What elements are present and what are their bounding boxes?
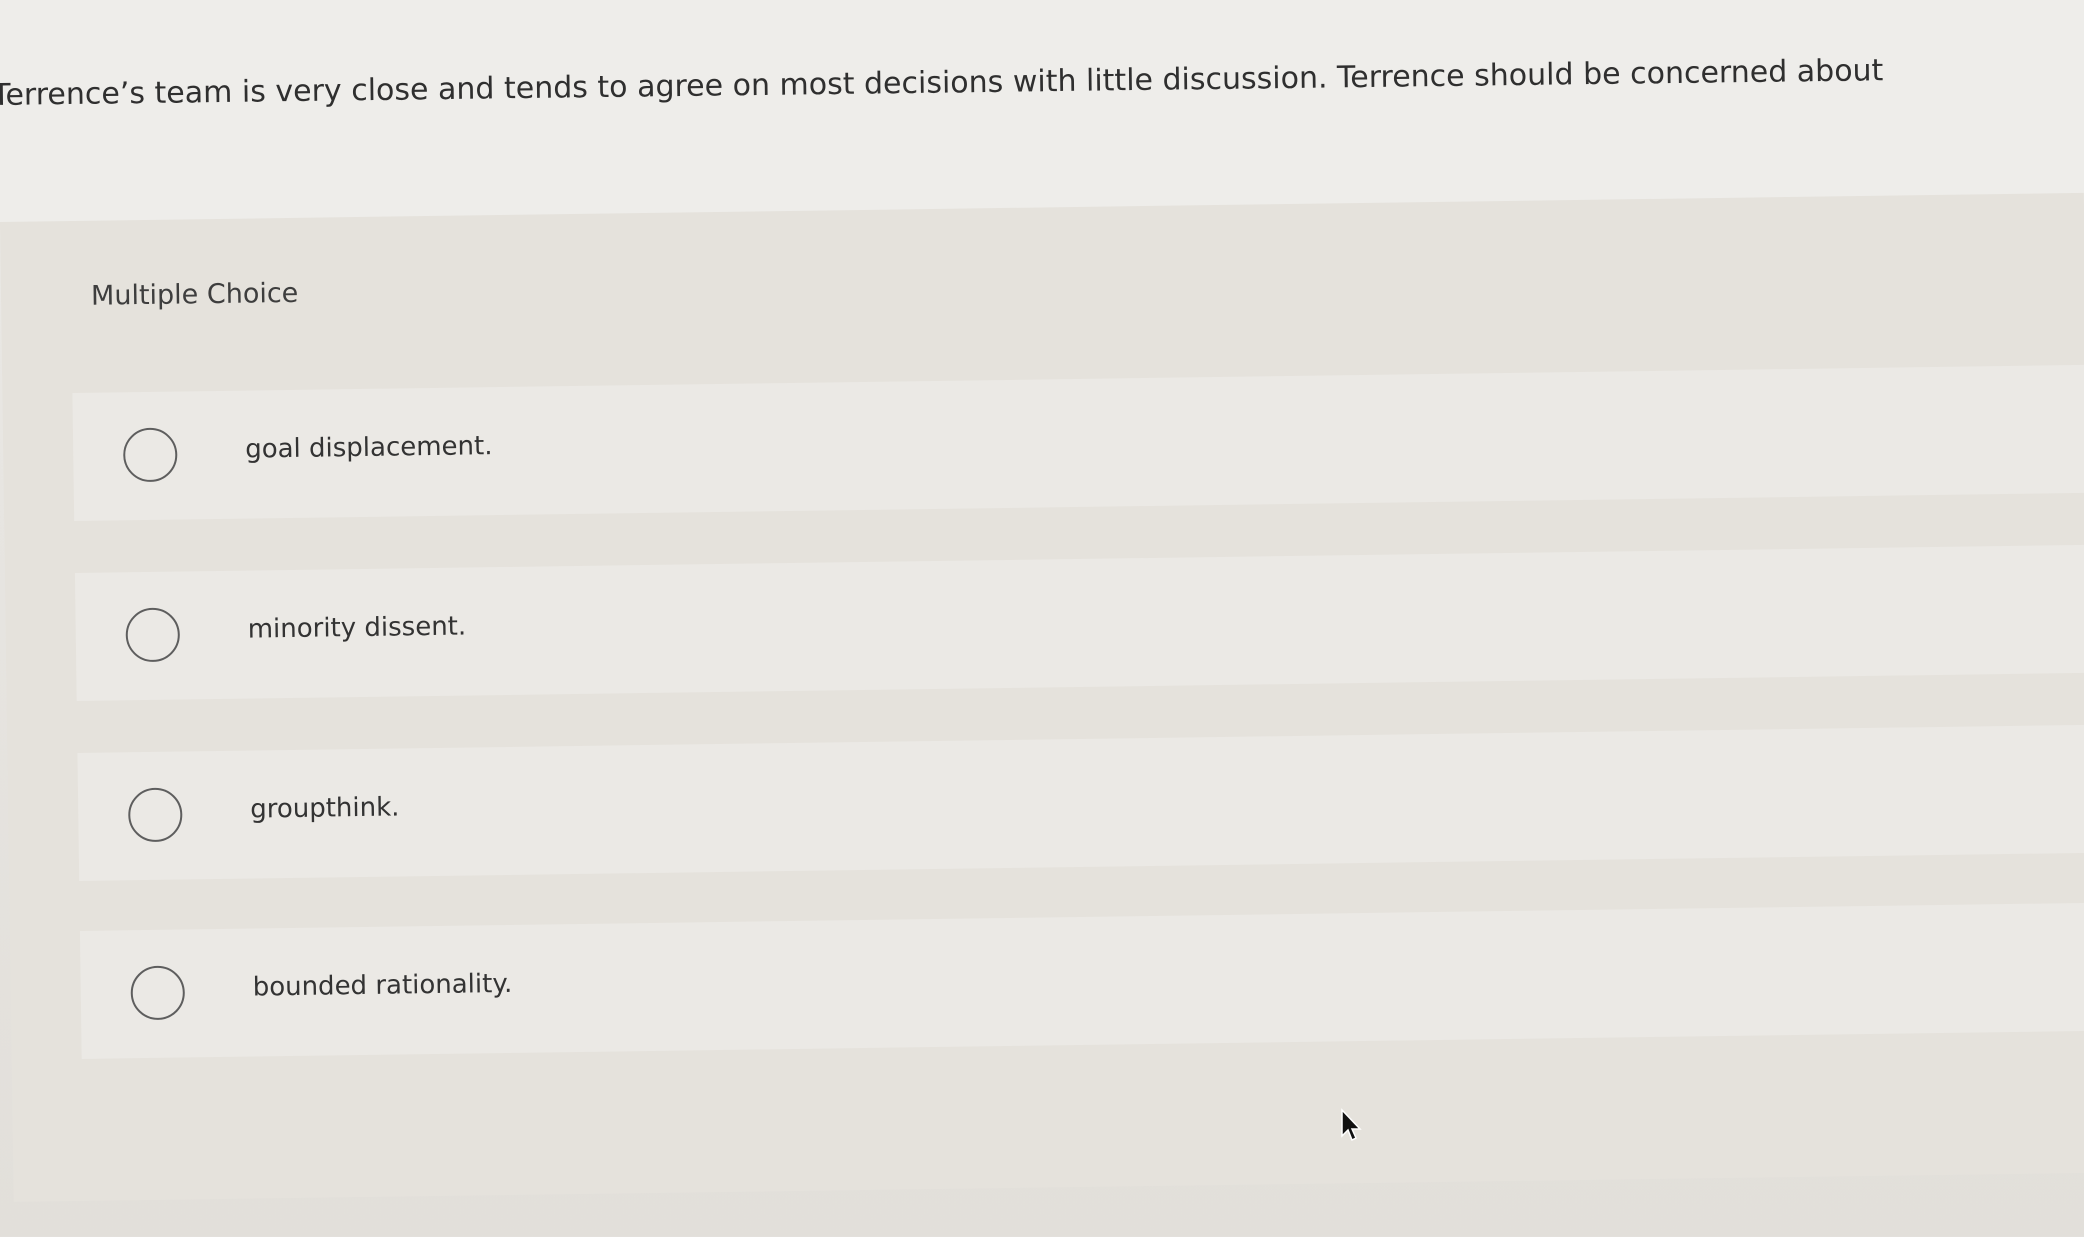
answer-panel: Multiple Choice goal displacement. minor… <box>0 192 2084 1202</box>
radio-unselected-icon[interactable] <box>127 787 183 843</box>
option-minority-dissent[interactable]: minority dissent. <box>74 544 2084 701</box>
question-text: Terrence’s team is very close and tends … <box>0 53 1884 113</box>
radio-unselected-icon[interactable] <box>130 965 186 1021</box>
question-area: Terrence’s team is very close and tends … <box>0 0 2084 225</box>
mouse-pointer-icon <box>1341 1108 1362 1142</box>
option-goal-displacement[interactable]: goal displacement. <box>72 364 2084 521</box>
option-bounded-rationality[interactable]: bounded rationality. <box>79 902 2084 1059</box>
option-label: goal displacement. <box>244 431 493 465</box>
radio-unselected-icon[interactable] <box>122 427 178 483</box>
option-label: groupthink. <box>250 792 400 825</box>
option-groupthink[interactable]: groupthink. <box>77 724 2084 881</box>
panel-heading: Multiple Choice <box>90 277 299 312</box>
radio-unselected-icon[interactable] <box>125 607 181 663</box>
option-label: bounded rationality. <box>252 968 513 1003</box>
option-label: minority dissent. <box>247 611 467 645</box>
